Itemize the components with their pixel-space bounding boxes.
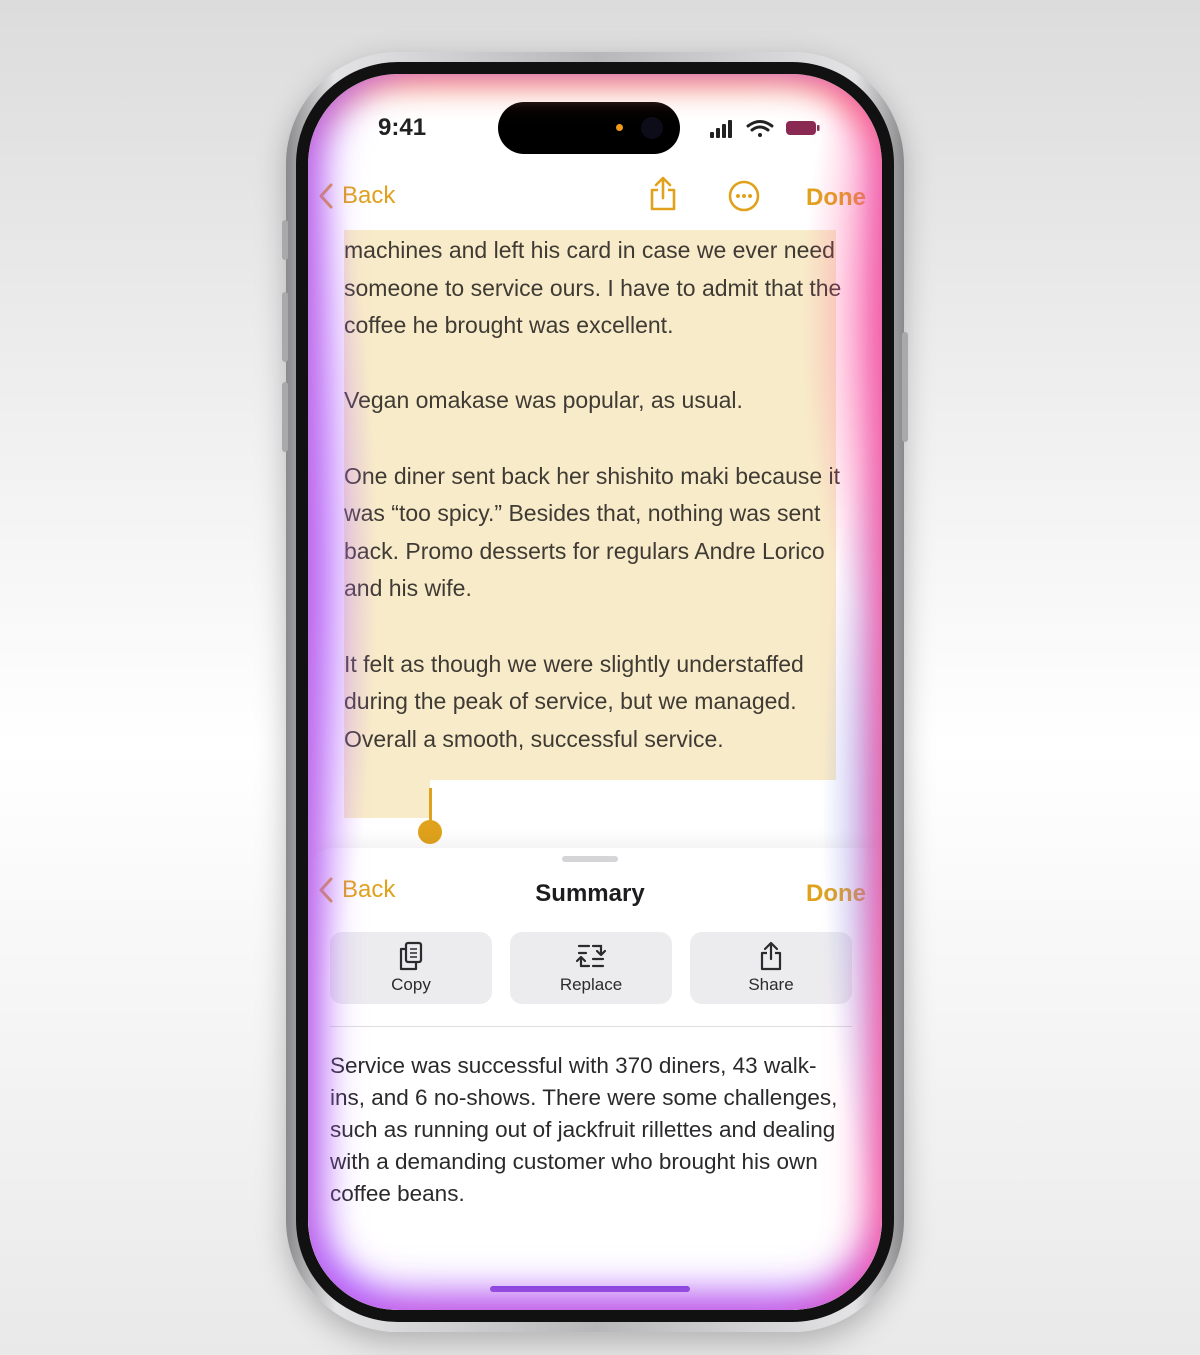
summary-actions: Copy Replace Share bbox=[330, 932, 852, 1004]
replace-button[interactable]: Replace bbox=[510, 932, 672, 1004]
note-paragraph: One diner sent back her shishito maki be… bbox=[344, 462, 841, 602]
action-button bbox=[282, 220, 288, 260]
screen: 9:41 Back Done machines and left his car… bbox=[308, 74, 882, 1310]
text-selection-highlight-last-line bbox=[344, 780, 430, 818]
phone-frame: 9:41 Back Done machines and left his car… bbox=[282, 52, 908, 1332]
note-back-label: Back bbox=[342, 182, 396, 209]
summary-done-button[interactable]: Done bbox=[806, 880, 866, 908]
copy-icon bbox=[399, 941, 423, 971]
note-paragraph: It felt as though we were slightly under… bbox=[344, 650, 804, 752]
copy-label: Copy bbox=[391, 975, 431, 994]
volume-up-button bbox=[282, 292, 288, 362]
note-back-button[interactable]: Back bbox=[318, 182, 395, 210]
status-time: 9:41 bbox=[378, 114, 427, 141]
power-button bbox=[902, 332, 908, 442]
sheet-divider bbox=[330, 1026, 852, 1027]
share-icon[interactable] bbox=[648, 176, 678, 217]
home-indicator[interactable] bbox=[490, 1286, 690, 1292]
front-camera bbox=[641, 117, 663, 139]
share-icon bbox=[760, 941, 782, 971]
volume-down-button bbox=[282, 382, 288, 452]
note-done-button[interactable]: Done bbox=[806, 184, 866, 212]
note-navigation-bar: Back Done bbox=[308, 174, 882, 220]
summary-text: Service was successful with 370 diners, … bbox=[330, 1053, 838, 1206]
note-paragraph: machines and left his card in case we ev… bbox=[344, 237, 842, 339]
ellipsis-circle-icon[interactable] bbox=[728, 180, 760, 217]
phone-bezel: 9:41 Back Done machines and left his car… bbox=[296, 62, 894, 1322]
signal-wifi-battery-icons bbox=[710, 120, 820, 138]
dynamic-island bbox=[498, 102, 680, 154]
replace-icon bbox=[575, 944, 607, 968]
replace-label: Replace bbox=[559, 975, 623, 994]
selection-handle[interactable] bbox=[418, 820, 442, 844]
note-paragraph: Vegan omakase was popular, as usual. bbox=[344, 387, 743, 414]
summary-sheet: Back Summary Done Copy Replace Share Ser… bbox=[308, 848, 882, 1310]
status-icons bbox=[710, 118, 830, 140]
note-body[interactable]: machines and left his card in case we ev… bbox=[344, 232, 844, 758]
copy-button[interactable]: Copy bbox=[330, 932, 492, 1004]
wifi-icon bbox=[746, 120, 774, 137]
share-button[interactable]: Share bbox=[690, 932, 852, 1004]
share-label: Share bbox=[748, 975, 794, 994]
sheet-title: Summary bbox=[535, 880, 645, 907]
battery-icon bbox=[786, 121, 820, 135]
privacy-indicator-dot bbox=[616, 124, 623, 131]
selection-end-caret bbox=[429, 788, 432, 822]
cellular-signal-icon bbox=[710, 120, 732, 138]
chevron-left-icon bbox=[319, 183, 333, 209]
sheet-grabber[interactable] bbox=[562, 856, 618, 862]
